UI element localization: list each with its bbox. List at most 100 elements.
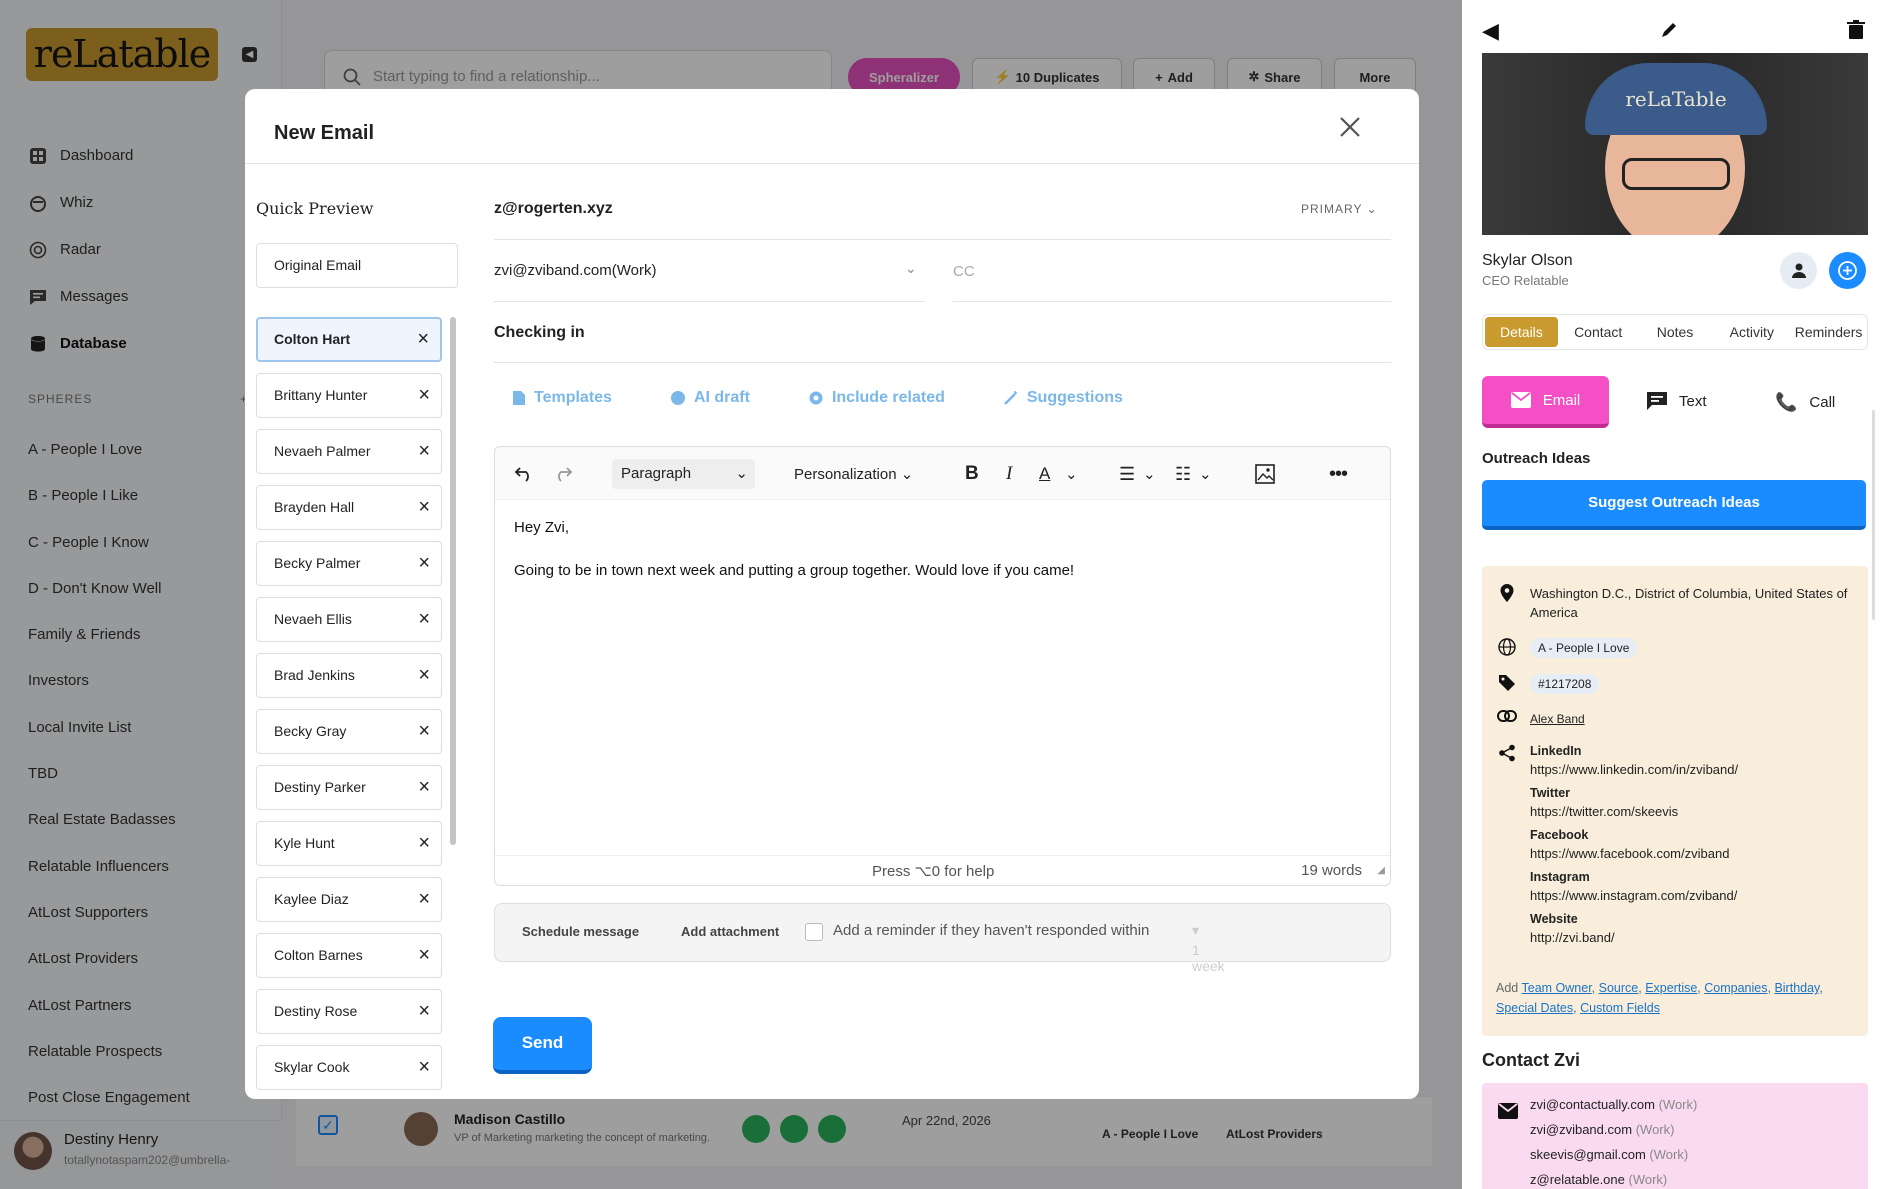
recipient-card[interactable]: Destiny Parker × xyxy=(256,765,442,810)
recipient-card[interactable]: Becky Palmer × xyxy=(256,541,442,586)
scrollbar[interactable] xyxy=(450,317,456,845)
numbered-list-icon[interactable]: ☷ xyxy=(1175,461,1191,487)
close-icon[interactable]: × xyxy=(418,766,430,809)
recipient-card[interactable]: Nevaeh Ellis × xyxy=(256,597,442,642)
close-icon[interactable]: × xyxy=(418,878,430,921)
tab-reminders[interactable]: Reminders xyxy=(1792,317,1865,347)
chevron-down-icon[interactable]: ⌄ xyxy=(1143,461,1156,487)
close-icon[interactable]: × xyxy=(418,710,430,753)
add-field-link[interactable]: Special Dates xyxy=(1496,1001,1573,1015)
suggestions-button[interactable]: Suggestions xyxy=(1003,389,1123,407)
chevron-down-icon[interactable]: ⌄ xyxy=(1065,461,1078,487)
call-action-button[interactable]: 📞 Call xyxy=(1775,392,1835,413)
cc-field[interactable]: CC xyxy=(953,263,975,280)
personalization-select[interactable]: Personalization ⌄ xyxy=(794,461,913,487)
more-options-icon[interactable]: ••• xyxy=(1329,461,1348,487)
text-color-icon[interactable]: A xyxy=(1039,461,1050,487)
recipient-card[interactable]: Skylar Cook × xyxy=(256,1045,442,1090)
tab-contact[interactable]: Contact xyxy=(1562,317,1635,347)
add-attachment-button[interactable]: Add attachment xyxy=(681,924,779,939)
recipient-card[interactable]: Colton Barnes × xyxy=(256,933,442,978)
undo-icon[interactable] xyxy=(514,461,534,487)
tag-pill[interactable]: #1217208 xyxy=(1530,674,1600,694)
add-field-link[interactable]: Team Owner xyxy=(1522,981,1592,995)
close-icon[interactable]: × xyxy=(418,822,430,865)
add-action-button[interactable] xyxy=(1829,252,1866,289)
from-select[interactable]: zvi@zviband.com(Work) xyxy=(494,262,656,279)
close-icon[interactable]: × xyxy=(418,374,430,417)
paragraph-select[interactable]: Paragraph ⌄ xyxy=(612,459,755,489)
image-icon[interactable] xyxy=(1255,461,1275,487)
italic-icon[interactable]: I xyxy=(1006,461,1012,487)
close-icon[interactable]: × xyxy=(418,1046,430,1089)
close-icon[interactable]: × xyxy=(418,934,430,977)
relation-link[interactable]: Alex Band xyxy=(1530,712,1585,726)
schedule-message-button[interactable]: Schedule message xyxy=(522,924,639,939)
close-icon[interactable]: × xyxy=(418,486,430,529)
edit-icon[interactable] xyxy=(1659,20,1679,40)
email-item[interactable]: zvi@zviband.com (Work) xyxy=(1530,1122,1674,1137)
recipient-card[interactable]: Brad Jenkins × xyxy=(256,653,442,698)
reminder-checkbox[interactable] xyxy=(805,923,823,941)
close-icon[interactable]: × xyxy=(418,990,430,1033)
email-item[interactable]: z@relatable.one (Work) xyxy=(1530,1172,1667,1187)
close-icon[interactable]: × xyxy=(417,319,429,360)
tab-notes[interactable]: Notes xyxy=(1639,317,1712,347)
email-action-button[interactable]: Email xyxy=(1482,376,1609,428)
templates-button[interactable]: Templates xyxy=(512,389,612,407)
add-field-link[interactable]: Custom Fields xyxy=(1580,1001,1660,1015)
social-url[interactable]: https://twitter.com/skeevis xyxy=(1530,804,1738,819)
scrollbar[interactable] xyxy=(1872,410,1875,620)
text-action-button[interactable]: Text xyxy=(1647,392,1707,410)
reminder-duration-select[interactable]: 1 week ▾ xyxy=(1192,922,1225,974)
sphere-pill[interactable]: A - People I Love xyxy=(1530,638,1638,658)
social-url[interactable]: https://www.linkedin.com/in/zviband/ xyxy=(1530,762,1738,777)
recipient-card[interactable]: Becky Gray × xyxy=(256,709,442,754)
bold-icon[interactable]: B xyxy=(965,461,979,487)
subject-field[interactable]: Checking in xyxy=(494,324,585,342)
social-url[interactable]: http://zvi.band/ xyxy=(1530,930,1738,945)
recipient-card[interactable]: Nevaeh Palmer × xyxy=(256,429,442,474)
add-field-link[interactable]: Companies xyxy=(1704,981,1767,995)
close-icon[interactable]: × xyxy=(418,430,430,473)
send-button[interactable]: Send xyxy=(493,1017,592,1074)
trash-icon[interactable] xyxy=(1846,20,1866,40)
social-label: Twitter xyxy=(1530,786,1571,800)
email-item[interactable]: zvi@contactually.com (Work) xyxy=(1530,1097,1697,1112)
bullet-list-icon[interactable]: ☰ xyxy=(1119,461,1135,487)
recipient-card[interactable]: Brayden Hall × xyxy=(256,485,442,530)
tab-activity[interactable]: Activity xyxy=(1715,317,1788,347)
social-url[interactable]: https://www.facebook.com/zviband xyxy=(1530,846,1738,861)
back-icon[interactable]: ◀ xyxy=(1482,18,1499,44)
close-icon[interactable] xyxy=(1335,112,1365,142)
recipient-card[interactable]: Destiny Rose × xyxy=(256,989,442,1034)
email-item[interactable]: skeevis@gmail.com (Work) xyxy=(1530,1147,1688,1162)
close-icon[interactable]: × xyxy=(418,654,430,697)
recipient-card[interactable]: Brittany Hunter × xyxy=(256,373,442,418)
suggest-outreach-button[interactable]: Suggest Outreach Ideas xyxy=(1482,480,1866,530)
email-editor[interactable]: Paragraph ⌄ Personalization ⌄ B I A ⌄ ☰ ⌄… xyxy=(494,446,1391,886)
tab-details[interactable]: Details xyxy=(1485,317,1558,347)
recipient-card[interactable]: Colton Hart × xyxy=(256,317,442,362)
primary-dropdown[interactable]: PRIMARY ⌄ xyxy=(1301,202,1378,216)
editor-content[interactable]: Hey Zvi, Going to be in town next week a… xyxy=(514,517,1074,603)
to-address[interactable]: z@rogerten.xyz xyxy=(494,200,613,218)
profile-tabs: Details Contact Notes Activity Reminders xyxy=(1482,314,1868,350)
close-icon[interactable]: × xyxy=(418,598,430,641)
add-field-link[interactable]: Expertise xyxy=(1645,981,1697,995)
resize-handle-icon[interactable]: ◢ xyxy=(1377,865,1385,876)
add-field-link[interactable]: Birthday xyxy=(1774,981,1819,995)
add-field-link[interactable]: Source xyxy=(1599,981,1639,995)
chevron-down-icon[interactable]: ⌄ xyxy=(905,260,917,277)
redo-icon[interactable] xyxy=(553,461,573,487)
close-icon[interactable]: × xyxy=(418,542,430,585)
recipient-card[interactable]: Kaylee Diaz × xyxy=(256,877,442,922)
ai-draft-button[interactable]: AI draft xyxy=(670,389,750,407)
profile-button[interactable] xyxy=(1780,252,1817,289)
profile-photo: reLaTable xyxy=(1482,53,1868,235)
chevron-down-icon[interactable]: ⌄ xyxy=(1199,461,1212,487)
recipient-card[interactable]: Kyle Hunt × xyxy=(256,821,442,866)
original-email-button[interactable]: Original Email xyxy=(256,243,458,288)
social-url[interactable]: https://www.instagram.com/zviband/ xyxy=(1530,888,1738,903)
include-related-button[interactable]: Include related xyxy=(808,389,945,407)
